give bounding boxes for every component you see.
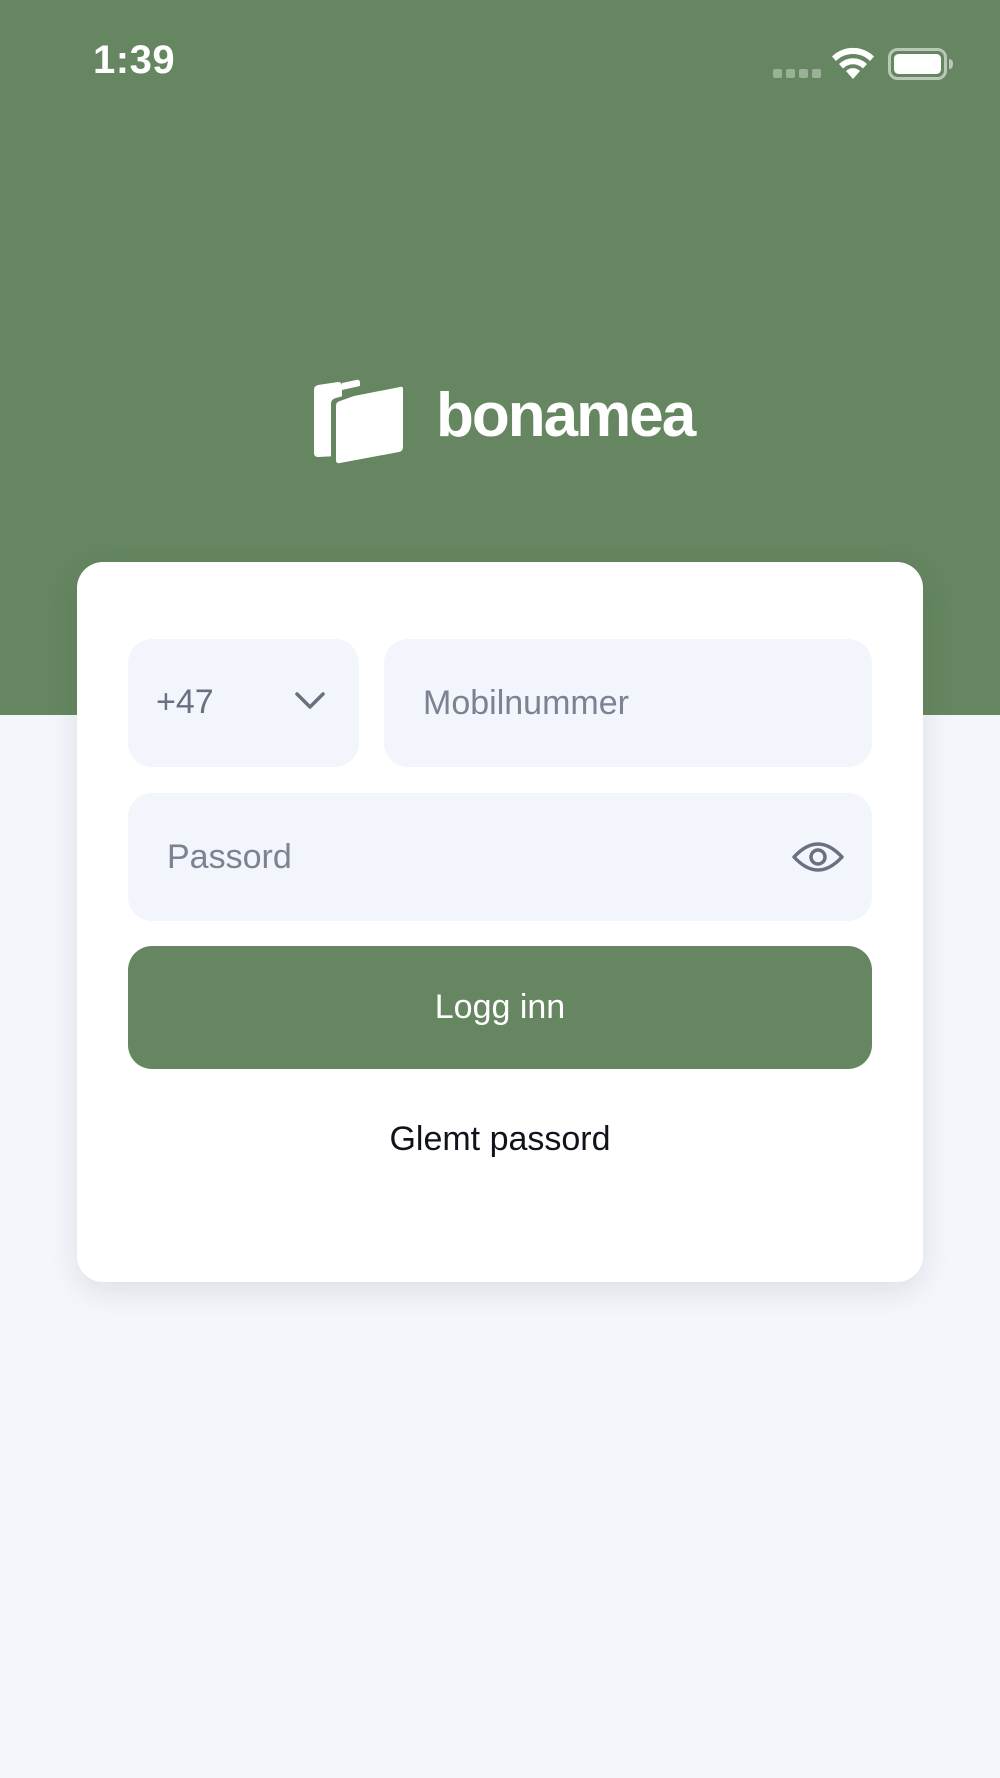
brand-name: bonamea [436, 381, 696, 450]
phone-field [384, 639, 872, 767]
country-code-value: +47 [156, 683, 214, 721]
login-button[interactable]: Logg inn [128, 946, 872, 1069]
login-card: +47 Logg inn Glemt passord [77, 562, 923, 1282]
password-input[interactable] [128, 793, 872, 921]
status-bar: 1:39 [0, 0, 1000, 130]
status-time: 1:39 [93, 38, 176, 82]
wifi-icon [832, 47, 874, 79]
phone-input[interactable] [384, 639, 872, 767]
cellular-signal-icon [773, 69, 821, 78]
chevron-down-icon [295, 692, 325, 709]
brand-logo: bonamea [312, 370, 696, 470]
password-field [128, 793, 872, 921]
forgot-password-link[interactable]: Glemt passord [77, 1120, 923, 1159]
eye-icon[interactable] [791, 835, 845, 879]
bonamea-logo-mark-icon [314, 379, 405, 466]
battery-icon [888, 48, 953, 80]
country-code-select[interactable]: +47 [128, 639, 359, 767]
